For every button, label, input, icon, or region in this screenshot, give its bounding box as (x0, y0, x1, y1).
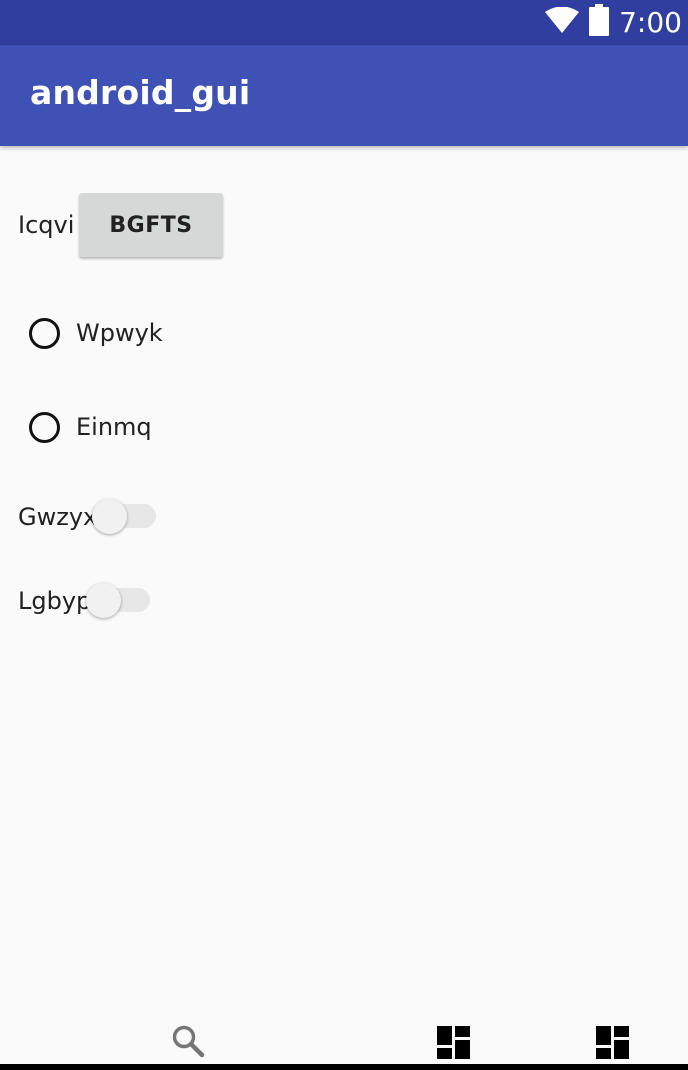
nav-divider (0, 1064, 688, 1070)
radio-label-einmq[interactable]: Einmq (76, 413, 152, 441)
switch-label-lgbyp: Lgbyp (18, 587, 92, 615)
radio-wpwyk[interactable] (29, 318, 60, 349)
switch-label-gwzyx: Gwzyx (18, 503, 98, 531)
status-time: 7:00 (619, 6, 682, 39)
app-title: android_gui (30, 73, 251, 112)
bottom-nav (0, 1016, 688, 1070)
battery-icon (589, 4, 610, 41)
radio-einmq[interactable] (29, 412, 60, 443)
wifi-icon (545, 6, 580, 38)
switch-thumb-gwzyx[interactable] (92, 499, 127, 534)
icqvi-label: Icqvi (18, 211, 75, 239)
search-icon[interactable] (171, 1024, 205, 1063)
app-bar: android_gui (0, 45, 688, 146)
dashboard-icon[interactable] (437, 1026, 470, 1064)
dashboard-icon[interactable] (596, 1026, 629, 1064)
radio-label-wpwyk[interactable]: Wpwyk (76, 319, 163, 347)
status-icons: 7:00 (545, 0, 682, 45)
bgfts-button[interactable]: BGFTS (79, 193, 223, 257)
switch-thumb-lgbyp[interactable] (86, 583, 121, 618)
status-bar: 7:00 (0, 0, 688, 45)
